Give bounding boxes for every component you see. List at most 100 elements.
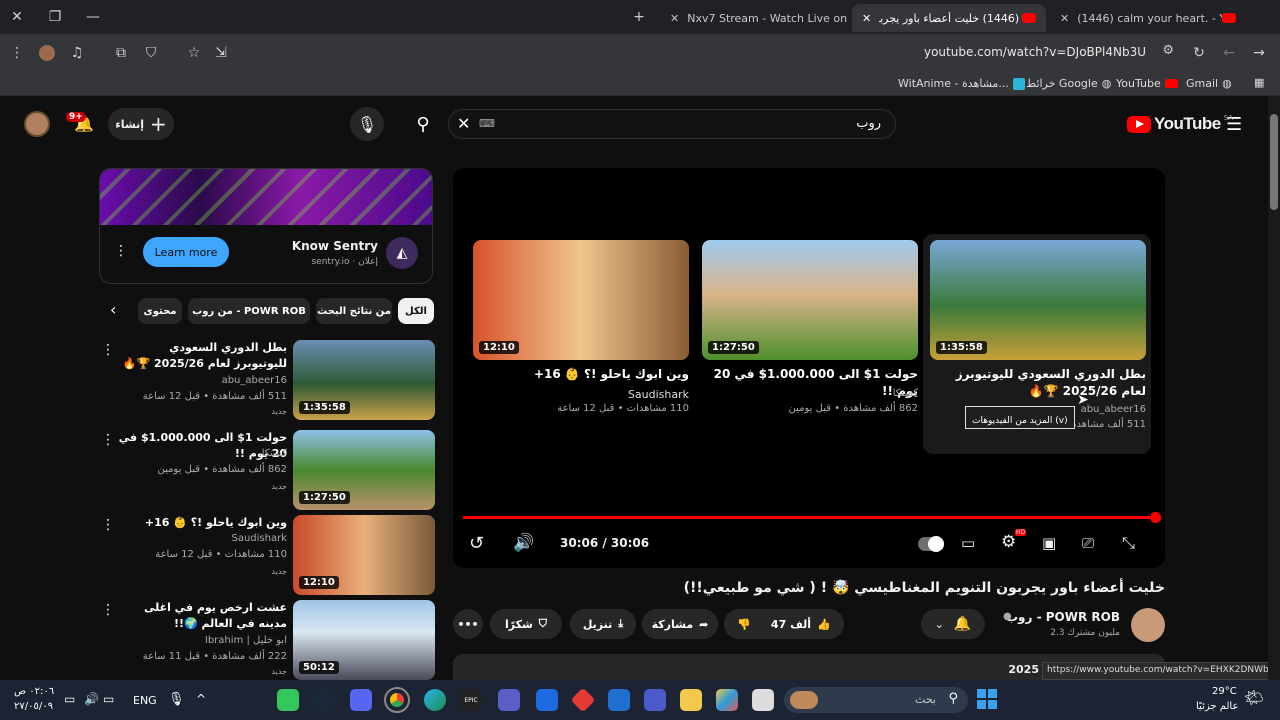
recommended-video[interactable]: 12:10 وين ابوك ياحلو !؟ 👶 16+ Saudishark… bbox=[95, 515, 435, 595]
phone-link-icon[interactable] bbox=[498, 689, 520, 711]
epic-games-icon[interactable]: EPIC bbox=[460, 689, 482, 711]
more-options-icon[interactable]: ⋮ bbox=[101, 342, 115, 358]
reload-icon[interactable]: ↻ bbox=[1188, 42, 1210, 64]
more-options-icon[interactable]: ⋮ bbox=[101, 602, 115, 618]
tab-kick[interactable]: ✕ Nxv7 Stream - Watch Live on K K bbox=[660, 4, 850, 32]
tab-close-icon[interactable]: ✕ bbox=[670, 12, 679, 25]
minimize-window-icon[interactable]: — bbox=[82, 6, 104, 28]
dislike-icon[interactable]: 👎 bbox=[737, 618, 751, 631]
more-options-icon[interactable]: ⋮ bbox=[101, 432, 115, 448]
channel-name[interactable]: روب - POWR ROB bbox=[1006, 610, 1120, 624]
cast-icon[interactable]: ⎚ bbox=[1082, 534, 1094, 552]
chip-all[interactable]: الكل bbox=[398, 298, 434, 324]
notifications-button[interactable]: 🔔 9+ bbox=[66, 110, 96, 140]
recommended-video[interactable]: 1:27:50 حولت 1$ الى 1.000.000$ في 20 يوم… bbox=[95, 430, 435, 510]
weather-temp[interactable]: 29°C bbox=[1212, 686, 1237, 697]
bookmark-star-icon[interactable]: ☆ bbox=[183, 42, 205, 64]
sponsored-ad-card[interactable]: ◭ Know Sentry sentry.io · إعلان Learn mo… bbox=[99, 168, 433, 284]
progress-scrubber[interactable] bbox=[1150, 512, 1161, 523]
replay-icon[interactable]: ↺ bbox=[469, 533, 484, 554]
learn-more-button[interactable]: Learn more bbox=[143, 237, 229, 267]
forward-arrow-icon[interactable]: → bbox=[1248, 42, 1270, 64]
search-input[interactable]: روب ⌨ ✕ bbox=[448, 109, 896, 139]
video-player[interactable]: 1:35:58 بطل الدوري السعودي لليوتيوبرز لع… bbox=[453, 168, 1165, 568]
tab-close-icon[interactable]: ✕ bbox=[1060, 12, 1069, 25]
create-button[interactable]: إنشاء + bbox=[108, 108, 174, 140]
more-actions-button[interactable]: ••• bbox=[453, 609, 483, 639]
video-thumbnail[interactable]: 50:12 bbox=[293, 600, 435, 680]
account-avatar[interactable] bbox=[24, 111, 50, 137]
tab-calm-heart[interactable]: ✕ (1446) calm your heart. - YouTu bbox=[1050, 4, 1246, 32]
miniplayer-icon[interactable]: ▣ bbox=[1042, 534, 1056, 552]
dropbox-icon[interactable] bbox=[536, 689, 558, 711]
scrollbar-thumb[interactable] bbox=[1270, 114, 1278, 210]
chevron-up-icon[interactable]: ^ bbox=[196, 692, 206, 706]
start-button[interactable] bbox=[977, 689, 997, 709]
profile-avatar-icon[interactable] bbox=[36, 42, 58, 64]
channel-avatar[interactable] bbox=[1131, 608, 1165, 642]
copilot-icon[interactable] bbox=[716, 689, 738, 711]
voice-search-button[interactable]: 🎙 bbox=[350, 107, 384, 141]
bookmark-witanime[interactable]: WitAnime - مشاهدة... bbox=[898, 77, 1025, 90]
subtitles-icon[interactable]: ▭ bbox=[961, 534, 975, 552]
tab-current-video[interactable]: ✕ (1446) خليت أعضاء باور يجربون ا bbox=[852, 4, 1046, 32]
apps-grid-icon[interactable]: ▦ bbox=[1254, 76, 1264, 89]
monitor-icon[interactable]: ▭ bbox=[103, 692, 114, 706]
more-options-icon[interactable]: ⋮ bbox=[101, 517, 115, 533]
microphone-icon[interactable]: 🎙 bbox=[168, 692, 185, 707]
recommended-video[interactable]: 1:35:58 بطل الدوري السعودي لليوتيوبرز لع… bbox=[95, 340, 435, 420]
clear-search-icon[interactable]: ✕ bbox=[457, 114, 470, 133]
keyboard-icon[interactable]: ⌨ bbox=[479, 117, 495, 130]
like-count[interactable]: 47 ألف bbox=[771, 618, 811, 631]
back-arrow-icon[interactable]: ← bbox=[1218, 42, 1240, 64]
tab-close-icon[interactable]: ✕ bbox=[862, 12, 871, 25]
endscreen-video-card[interactable]: 12:10 وين ابوك ياحلو !؟ 👶 16+ Saudishark… bbox=[473, 240, 689, 440]
weather-label[interactable]: عالم جزئيًا bbox=[1196, 701, 1238, 712]
edge-icon[interactable] bbox=[424, 689, 446, 711]
file-manager-icon[interactable] bbox=[752, 689, 774, 711]
bookmark-gmail[interactable]: Gmail ◍ bbox=[1186, 77, 1232, 90]
chips-scroll-arrow-icon[interactable]: ‹ bbox=[110, 300, 116, 319]
search-button[interactable]: ⚲ bbox=[406, 107, 440, 141]
outlook-icon[interactable] bbox=[608, 689, 630, 711]
clock-time[interactable]: ٠٢:٠٦ ص bbox=[14, 686, 54, 697]
steam-icon[interactable] bbox=[313, 689, 335, 711]
chip-from-search[interactable]: من نتائج البحث bbox=[316, 298, 392, 324]
fullscreen-icon[interactable]: ⤡ bbox=[1122, 533, 1135, 553]
settings-gear-icon[interactable]: ⚙ bbox=[1001, 532, 1016, 552]
taskbar-search-input[interactable]: بحث ⚲ bbox=[784, 687, 968, 713]
store-icon[interactable] bbox=[644, 689, 666, 711]
new-tab-icon[interactable]: + bbox=[628, 6, 650, 28]
shield-icon[interactable]: ⛉ bbox=[140, 42, 162, 64]
video-thumbnail[interactable]: 1:35:58 bbox=[293, 340, 435, 420]
bookmark-youtube[interactable]: YouTube bbox=[1116, 77, 1178, 90]
weather-icon[interactable]: 🌤 bbox=[1244, 688, 1264, 707]
discord-icon[interactable] bbox=[350, 689, 372, 711]
youtube-logo[interactable]: YouTube SA bbox=[1127, 114, 1233, 134]
share-button[interactable]: مشاركة ➦ bbox=[642, 609, 718, 639]
speaker-icon[interactable]: 🔊 bbox=[84, 692, 99, 706]
chip-content[interactable]: محتوى bbox=[138, 298, 182, 324]
site-settings-icon[interactable]: ⚙ bbox=[1162, 43, 1174, 58]
whatsapp-icon[interactable] bbox=[277, 689, 299, 711]
ad-more-options-icon[interactable]: ⋮ bbox=[114, 243, 128, 259]
video-thumbnail[interactable]: 12:10 bbox=[293, 515, 435, 595]
clock-date[interactable]: ٢٧/٠٥/٠٩ bbox=[14, 701, 53, 712]
page-scrollbar[interactable] bbox=[1268, 96, 1280, 680]
extensions-icon[interactable]: ⧉ bbox=[110, 42, 132, 64]
like-icon[interactable]: 👍 bbox=[817, 618, 831, 631]
chrome-icon[interactable] bbox=[384, 687, 410, 713]
download-button[interactable]: تنزيل ⤓ bbox=[570, 609, 636, 639]
address-bar[interactable]: youtube.com/watch?v=DJoBPl4Nb3U ⚙ bbox=[240, 38, 1180, 68]
folder-icon[interactable] bbox=[680, 689, 702, 711]
media-control-icon[interactable]: ♫ bbox=[66, 42, 88, 64]
endscreen-video-card[interactable]: 1:27:50 حولت 1$ الى 1.000.000$ في 20 يوم… bbox=[702, 240, 918, 440]
input-language[interactable]: ENG bbox=[133, 694, 157, 707]
menu-dots-icon[interactable]: ⋮ bbox=[6, 42, 28, 64]
thanks-button[interactable]: شكرًا ⛉ bbox=[490, 609, 562, 639]
restore-window-icon[interactable]: ❐ bbox=[44, 6, 66, 28]
progress-bar[interactable] bbox=[463, 512, 1161, 523]
subscribed-button[interactable]: ⌄ 🔔 bbox=[921, 609, 985, 639]
battery-icon[interactable]: ▭ bbox=[64, 692, 75, 706]
close-window-icon[interactable]: ✕ bbox=[6, 6, 28, 28]
